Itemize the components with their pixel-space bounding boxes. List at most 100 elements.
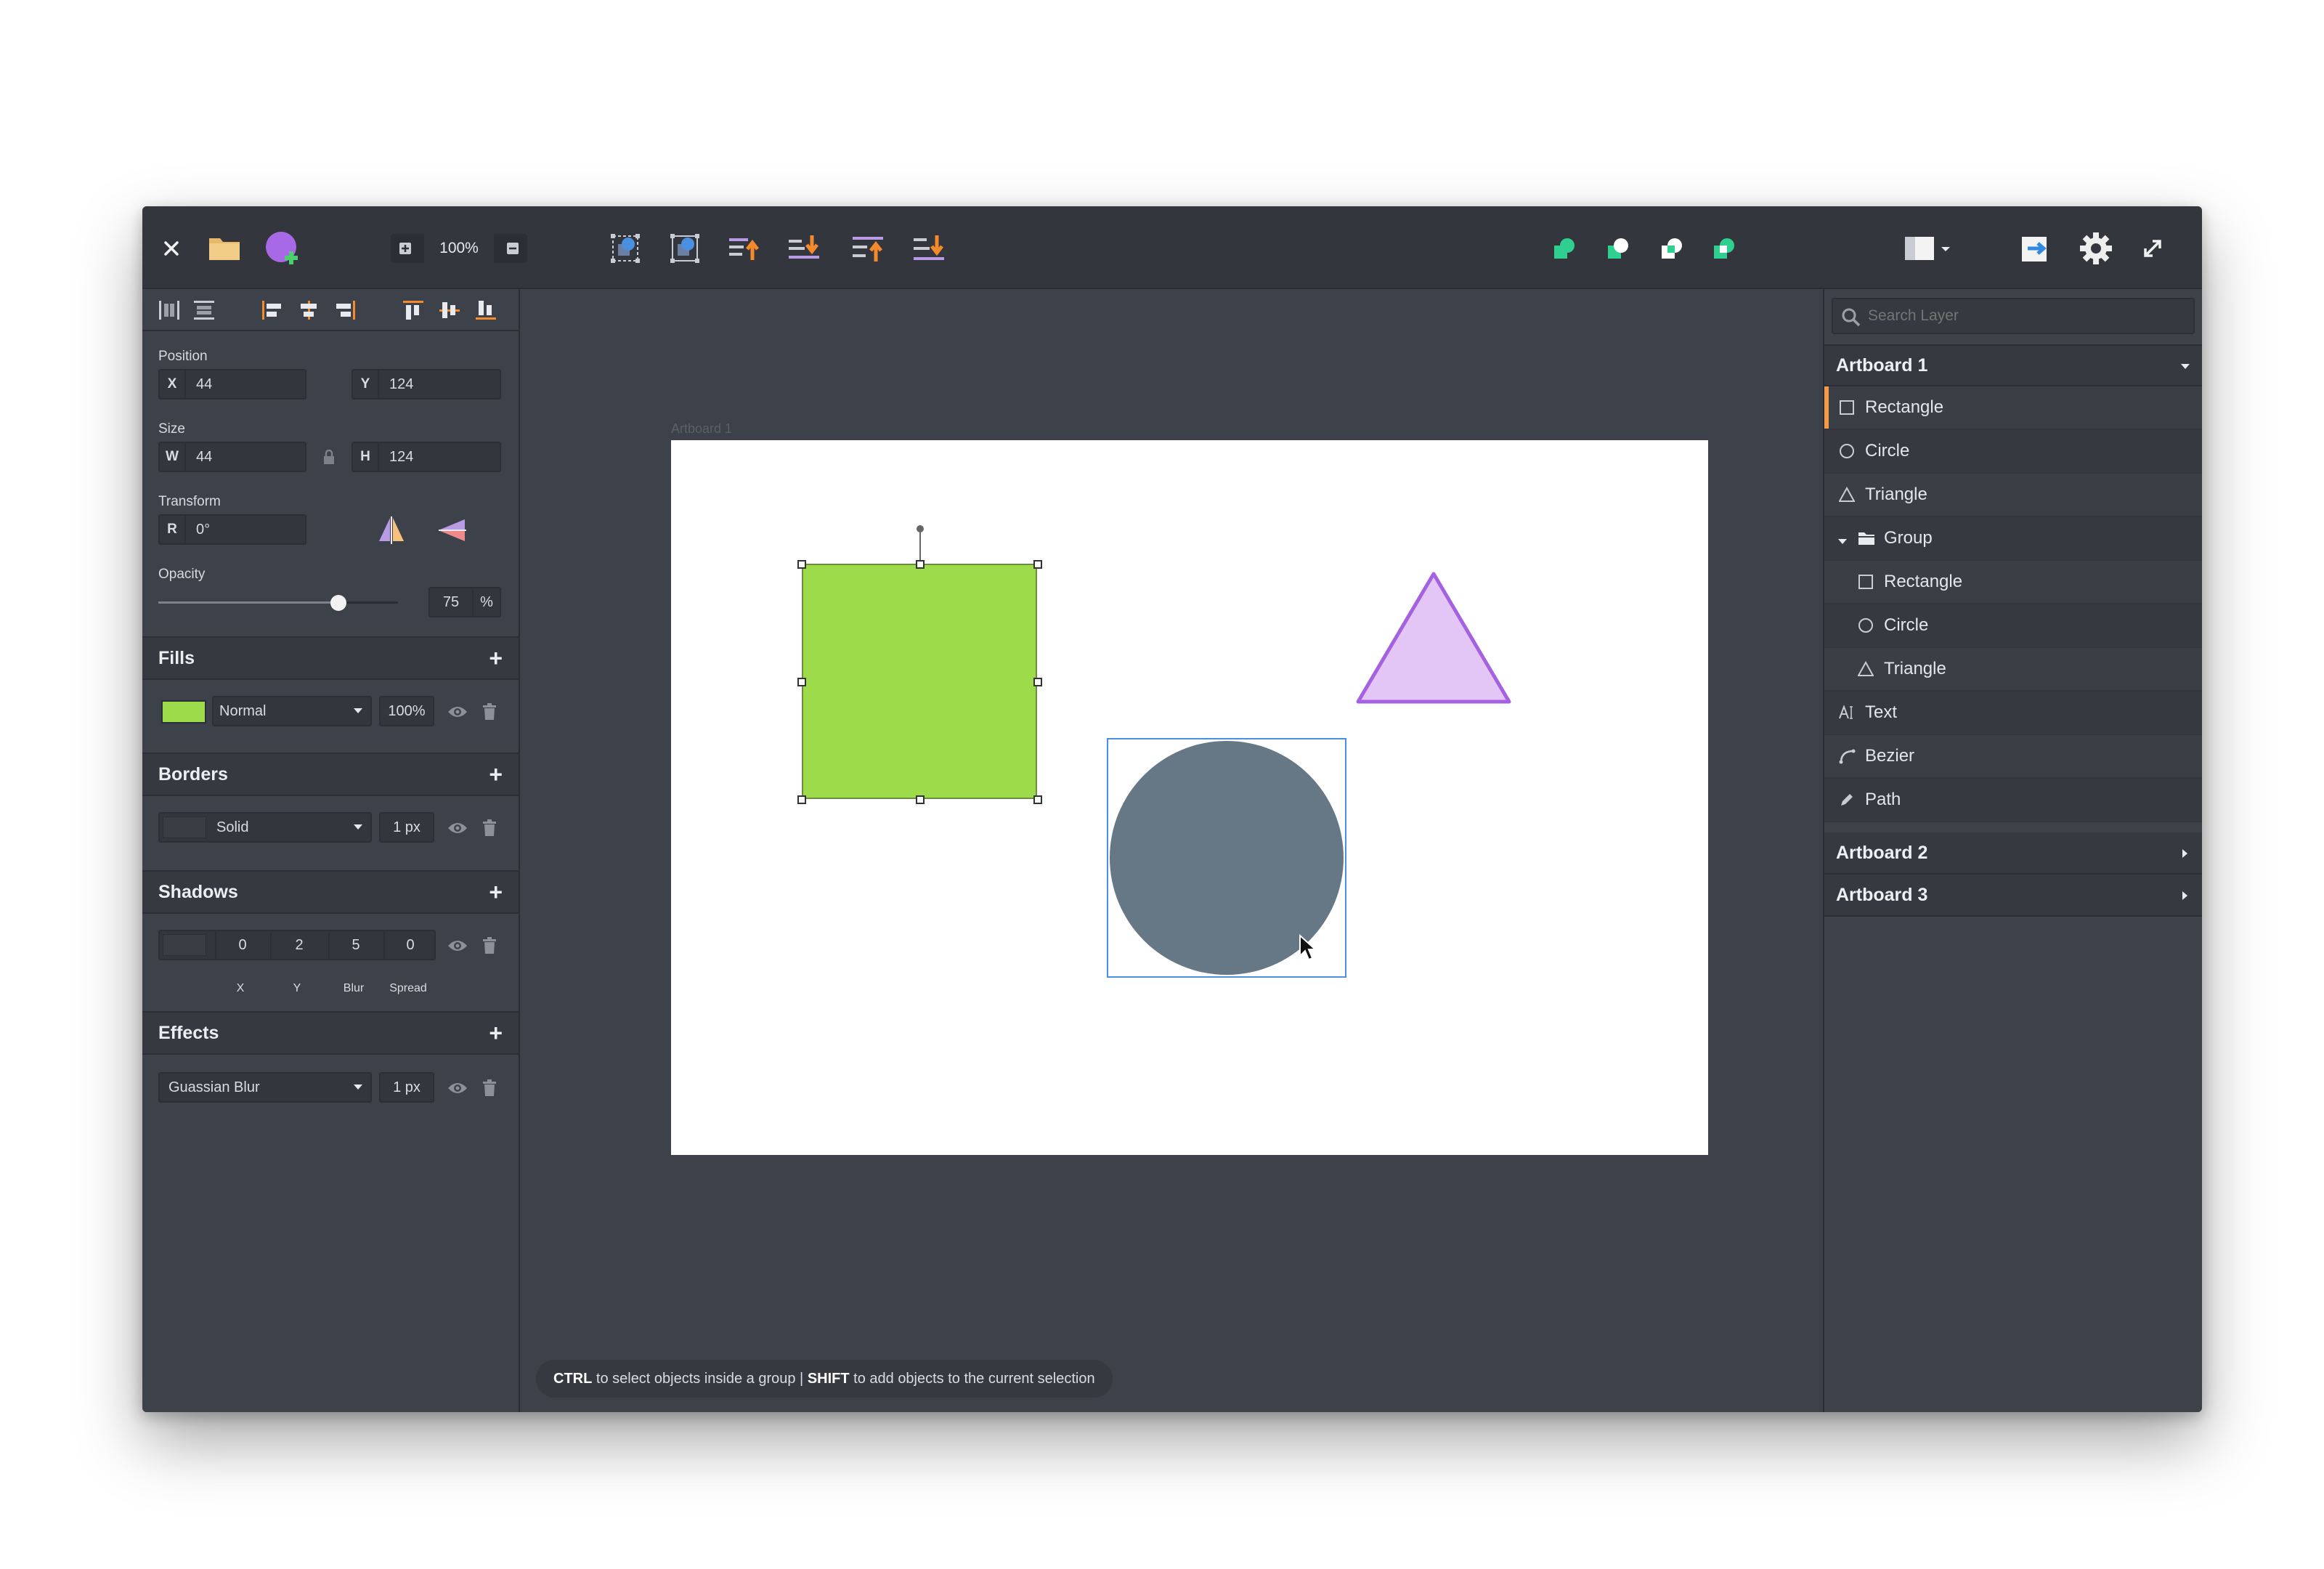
align-middle-button[interactable] — [436, 296, 463, 324]
canvas-area[interactable]: Artboard 1 CTRL to select objects inside… — [520, 289, 1823, 1412]
difference-button[interactable] — [1708, 232, 1740, 264]
open-file-button[interactable] — [206, 230, 243, 266]
lock-aspect-button[interactable] — [317, 445, 341, 469]
w-value: 44 — [196, 448, 213, 465]
effect-visibility-button[interactable] — [446, 1077, 469, 1100]
bring-to-front-button[interactable] — [850, 231, 886, 266]
r-key: R — [160, 516, 186, 543]
bezier-icon — [1839, 748, 1856, 766]
chevron-down-icon[interactable] — [1837, 530, 1855, 548]
rectangle-icon — [1858, 574, 1875, 591]
layer-item-triangle[interactable]: Triangle — [1824, 474, 2202, 517]
shadow-delete-button[interactable] — [478, 934, 501, 957]
fills-title: Fills — [158, 647, 195, 668]
send-backward-button[interactable] — [786, 231, 822, 266]
shadow-color-swatch[interactable] — [163, 934, 206, 956]
layer-item-bezier[interactable]: Bezier — [1824, 735, 2202, 779]
border-color-swatch[interactable] — [163, 816, 206, 838]
send-to-back-button[interactable] — [911, 231, 947, 266]
settings-button[interactable] — [2077, 230, 2115, 267]
effect-type-select[interactable]: Guassian Blur — [158, 1072, 372, 1103]
shadow-spread-value[interactable]: 0 — [383, 931, 436, 959]
zoom-in-button[interactable] — [391, 234, 420, 263]
intersect-button[interactable] — [1656, 232, 1688, 264]
align-top-icon — [403, 301, 423, 320]
y-key: Y — [353, 370, 379, 398]
height-field[interactable]: H 124 — [352, 442, 501, 472]
shadow-blur-value[interactable]: 5 — [328, 931, 382, 959]
shadow-visibility-button[interactable] — [446, 934, 469, 957]
shadow-y-value[interactable]: 2 — [270, 931, 327, 959]
triangle-shape[interactable] — [1354, 571, 1514, 709]
chevron-right-icon — [2182, 849, 2187, 858]
fill-color-swatch[interactable] — [161, 700, 206, 723]
border-visibility-button[interactable] — [446, 816, 469, 840]
add-fill-button[interactable]: + — [489, 638, 503, 678]
layer-item-circle[interactable]: Circle — [1824, 604, 2202, 648]
new-document-button[interactable] — [264, 230, 302, 267]
layout-dropdown[interactable] — [1900, 231, 1958, 266]
export-button[interactable] — [2018, 231, 2054, 266]
flip-vertical-button[interactable] — [434, 513, 471, 548]
fill-opacity-field[interactable]: 100% — [379, 696, 434, 726]
layer-search[interactable] — [1832, 298, 2195, 334]
align-bottom-button[interactable] — [472, 296, 500, 324]
bring-forward-button[interactable] — [726, 231, 763, 266]
transform-label: Transform — [158, 494, 221, 509]
y-field[interactable]: Y 124 — [352, 369, 501, 400]
shadow-fields: 0 2 5 0 — [158, 930, 436, 960]
layer-item-rectangle[interactable]: Rectangle — [1824, 386, 2202, 430]
layer-item-triangle[interactable]: Triangle — [1824, 648, 2202, 692]
search-input[interactable] — [1868, 299, 2187, 333]
align-left-button[interactable] — [259, 296, 286, 324]
effects-header: Effects + — [142, 1011, 519, 1055]
layer-item-path[interactable]: Path — [1824, 779, 2202, 822]
opacity-field[interactable]: 75 % — [428, 587, 501, 617]
width-field[interactable]: W 44 — [158, 442, 306, 472]
fullscreen-button[interactable] — [2138, 234, 2167, 263]
x-field[interactable]: X 44 — [158, 369, 306, 400]
slider-thumb[interactable] — [330, 595, 346, 611]
opacity-slider[interactable] — [158, 594, 398, 612]
add-effect-button[interactable]: + — [489, 1013, 503, 1053]
close-button[interactable] — [157, 234, 186, 263]
layer-item-group[interactable]: Group — [1824, 517, 2202, 561]
border-delete-button[interactable] — [478, 816, 501, 840]
effect-value-field[interactable]: 1 px — [379, 1072, 434, 1103]
send-to-back-icon — [914, 235, 944, 260]
artboard[interactable] — [671, 440, 1708, 1155]
artboard-2-header[interactable]: Artboard 2 — [1824, 832, 2202, 875]
border-width-field[interactable]: 1 px — [379, 812, 434, 843]
cursor-icon — [1299, 934, 1317, 961]
border-style-value: Solid — [216, 819, 249, 835]
rectangle-selection-handles[interactable] — [792, 524, 1049, 811]
effect-delete-button[interactable] — [478, 1077, 501, 1100]
align-top-button[interactable] — [399, 296, 427, 324]
layer-item-rectangle[interactable]: Rectangle — [1824, 561, 2202, 604]
rotation-field[interactable]: R 0° — [158, 514, 306, 545]
fill-blend-select[interactable]: Normal — [212, 696, 372, 726]
align-right-button[interactable] — [331, 296, 359, 324]
artboard-3-header[interactable]: Artboard 3 — [1824, 875, 2202, 917]
zoom-out-button[interactable] — [498, 234, 527, 263]
subtract-button[interactable] — [1602, 232, 1634, 264]
layer-item-text[interactable]: Text — [1824, 692, 2202, 735]
align-center-button[interactable] — [295, 296, 322, 324]
artboard-1-header[interactable]: Artboard 1 — [1824, 344, 2202, 386]
fill-visibility-button[interactable] — [446, 700, 469, 723]
add-border-button[interactable]: + — [489, 754, 503, 795]
add-shadow-button[interactable]: + — [489, 872, 503, 912]
layer-item-circle[interactable]: Circle — [1824, 430, 2202, 474]
border-style-select[interactable]: Solid — [158, 812, 372, 843]
fill-delete-button[interactable] — [478, 700, 501, 723]
distribute-vertical-button[interactable] — [190, 296, 218, 324]
select-group-button[interactable] — [607, 231, 643, 266]
flip-horizontal-button[interactable] — [373, 513, 410, 548]
layer-item-label: Circle — [1865, 441, 1910, 461]
union-button[interactable] — [1548, 232, 1580, 264]
zoom-value[interactable]: 100% — [424, 234, 494, 263]
ungroup-button[interactable] — [667, 231, 703, 266]
distribute-horizontal-button[interactable] — [155, 296, 183, 324]
shadow-blur-label: Blur — [343, 982, 365, 994]
shadow-x-value[interactable]: 0 — [215, 931, 269, 959]
